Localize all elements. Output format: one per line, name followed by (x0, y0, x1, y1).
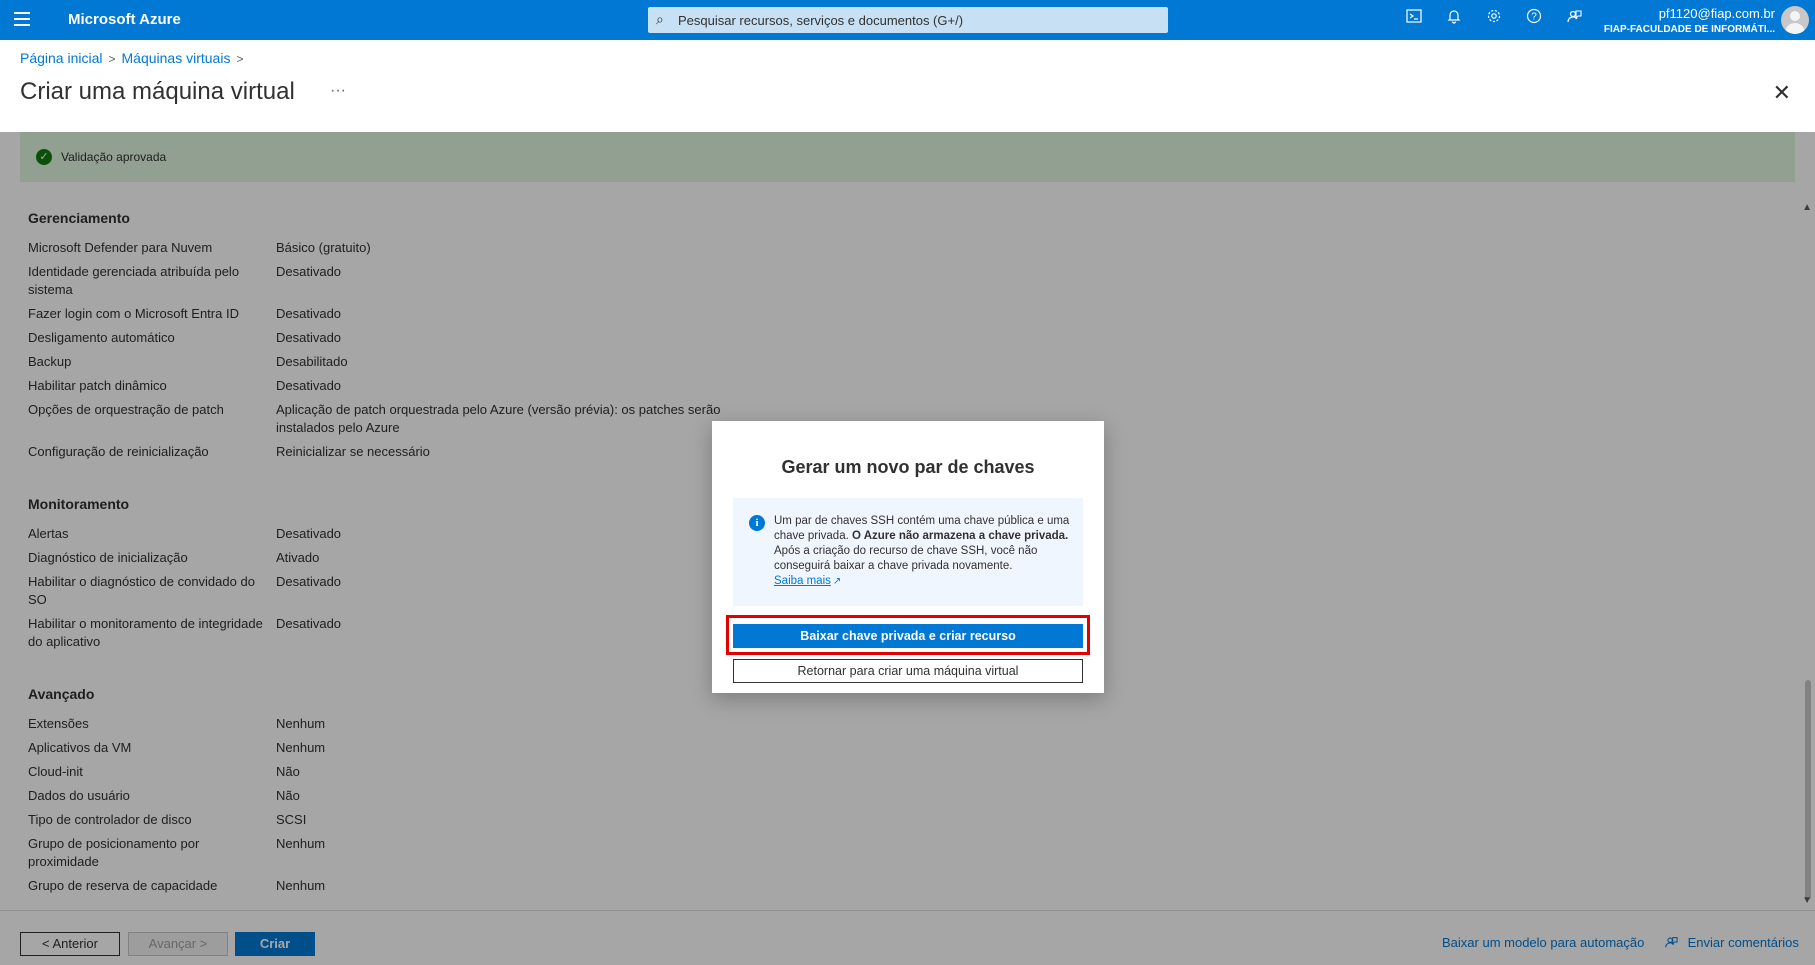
breadcrumb-home[interactable]: Página inicial (20, 50, 103, 66)
learn-more-link[interactable]: Saiba mais (774, 575, 831, 587)
more-options-icon[interactable]: ··· (330, 82, 346, 100)
portal-brand[interactable]: Microsoft Azure (68, 11, 181, 28)
help-icon[interactable]: ? (1522, 8, 1546, 32)
dialog-title: Gerar um novo par de chaves (781, 457, 1035, 477)
chevron-right-icon: > (108, 52, 116, 66)
search-box[interactable]: ⌕ Pesquisar recursos, serviços e documen… (648, 7, 1168, 33)
download-private-key-button[interactable]: Baixar chave privada e criar recurso (733, 624, 1083, 648)
user-tenant[interactable]: FIAP-FACULDADE DE INFORMÁTI... (1604, 24, 1775, 35)
gear-icon[interactable] (1482, 8, 1506, 32)
breadcrumb-virtual-machines[interactable]: Máquinas virtuais (122, 50, 231, 66)
bell-icon[interactable] (1442, 8, 1466, 32)
info-text-bold: O Azure não armazena a chave privada. (852, 530, 1069, 542)
feedback-icon[interactable] (1562, 8, 1586, 32)
top-bar: Microsoft Azure ⌕ Pesquisar recursos, se… (0, 0, 1815, 40)
info-icon: i (749, 515, 765, 531)
chevron-right-icon: > (236, 52, 244, 66)
return-to-create-vm-button[interactable]: Retornar para criar uma máquina virtual (733, 659, 1083, 683)
external-link-icon: ↗ (832, 576, 842, 587)
hamburger-icon[interactable] (14, 12, 34, 28)
search-placeholder: Pesquisar recursos, serviços e documento… (678, 13, 964, 28)
breadcrumb: Página inicial > Máquinas virtuais > (20, 50, 249, 66)
search-icon: ⌕ (656, 11, 664, 27)
cloud-shell-icon[interactable] (1402, 8, 1426, 32)
avatar[interactable] (1781, 6, 1809, 34)
info-box: i Um par de chaves SSH contém uma chave … (733, 498, 1083, 606)
info-text: Um par de chaves SSH contém uma chave pú… (774, 514, 1074, 589)
user-email[interactable]: pf1120@fiap.com.br (1659, 6, 1775, 21)
page-title: Criar uma máquina virtual (20, 78, 295, 105)
generate-key-pair-dialog: Gerar um novo par de chaves i Um par de … (712, 421, 1104, 693)
close-icon[interactable]: ✕ (1773, 80, 1791, 106)
svg-text:?: ? (1531, 12, 1537, 23)
info-text-part2: Após a criação do recurso de chave SSH, … (774, 545, 1038, 572)
